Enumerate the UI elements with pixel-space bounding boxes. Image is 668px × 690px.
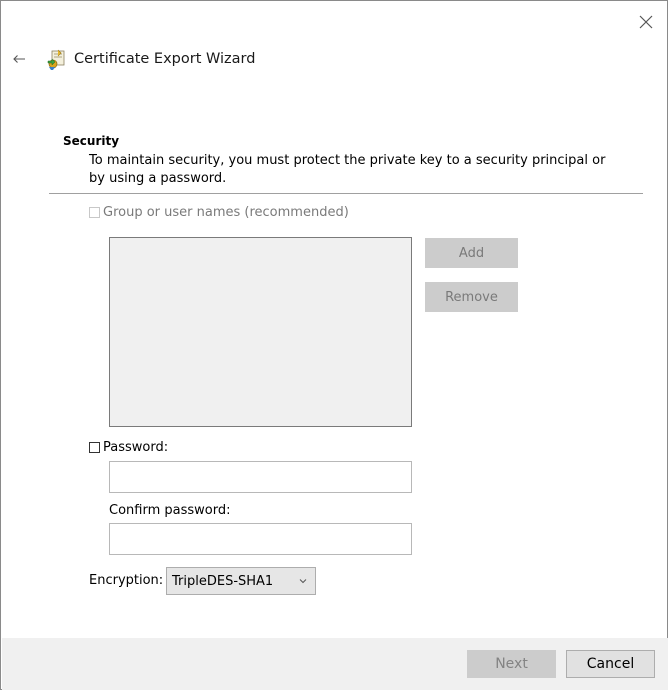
encryption-label: Encryption: bbox=[89, 573, 164, 588]
group-user-names-list bbox=[109, 237, 412, 427]
back-button[interactable] bbox=[10, 50, 28, 68]
remove-button: Remove bbox=[425, 282, 518, 312]
section-heading: Security bbox=[63, 134, 120, 148]
cancel-button[interactable]: Cancel bbox=[566, 650, 655, 678]
password-input[interactable] bbox=[109, 461, 412, 493]
certificate-export-wizard-window: Certificate Export Wizard Security To ma… bbox=[0, 0, 668, 690]
group-user-names-option[interactable]: Group or user names (recommended) bbox=[89, 205, 349, 220]
next-button[interactable]: Next bbox=[467, 650, 556, 678]
encryption-selected-value: TripleDES-SHA1 bbox=[172, 573, 274, 589]
add-button: Add bbox=[425, 238, 518, 268]
password-checkbox[interactable] bbox=[89, 442, 100, 453]
password-label: Password: bbox=[103, 440, 169, 455]
close-button[interactable] bbox=[635, 11, 657, 33]
close-icon bbox=[639, 15, 653, 29]
confirm-password-input[interactable] bbox=[109, 523, 412, 555]
back-arrow-icon bbox=[13, 55, 25, 63]
header-separator bbox=[49, 193, 643, 194]
certificate-export-icon bbox=[47, 49, 65, 70]
confirm-password-label: Confirm password: bbox=[109, 503, 231, 518]
group-user-names-label: Group or user names (recommended) bbox=[103, 205, 349, 220]
wizard-title: Certificate Export Wizard bbox=[74, 51, 256, 67]
chevron-down-icon bbox=[299, 579, 307, 584]
password-option[interactable]: Password: bbox=[89, 440, 168, 455]
encryption-dropdown[interactable]: TripleDES-SHA1 bbox=[166, 567, 316, 595]
group-user-names-checkbox[interactable] bbox=[89, 207, 100, 218]
section-description: To maintain security, you must protect t… bbox=[89, 153, 606, 186]
